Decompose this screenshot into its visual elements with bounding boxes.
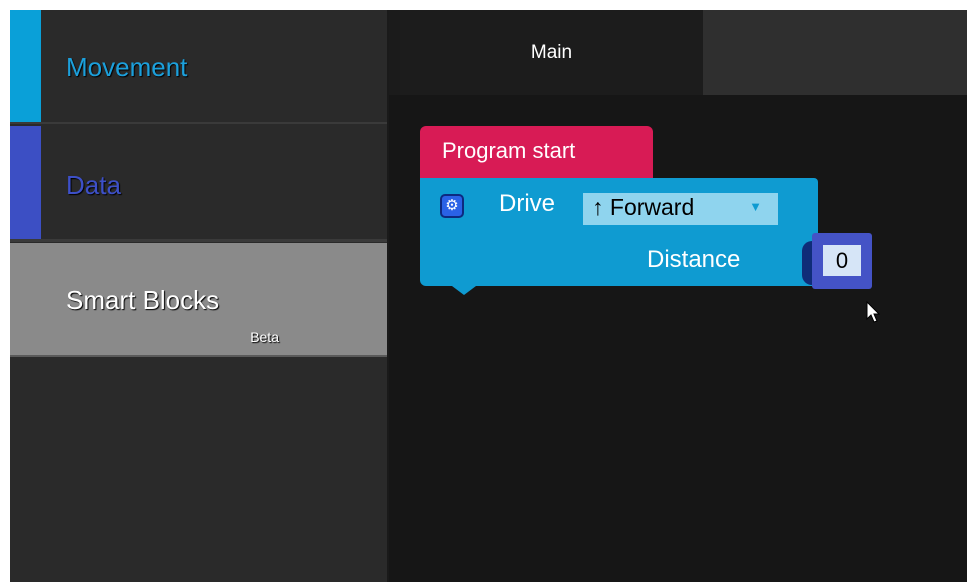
workspace-edge [389, 10, 400, 95]
tab-main[interactable]: Main [400, 10, 703, 95]
distance-label: Distance [647, 246, 741, 273]
category-label: Data [66, 170, 121, 200]
category-label: Movement [66, 52, 188, 82]
distance-input[interactable]: 0 [823, 245, 861, 276]
category-sidebar: Movement Data Smart Blocks Beta [10, 10, 387, 582]
drive-label: Drive [499, 190, 556, 217]
dropdown-arrow-icon: ▼ [749, 199, 762, 214]
sidebar-divider[interactable] [387, 10, 389, 582]
gear-icon[interactable]: ⚙ [440, 194, 464, 218]
tab-bar: Main [400, 10, 967, 95]
direction-dropdown[interactable]: ↑ Forward ▼ [583, 193, 778, 225]
program-start-block[interactable]: Program start [420, 126, 653, 178]
category-label: Smart Blocks [66, 285, 220, 315]
category-data[interactable]: Data [10, 126, 387, 242]
tab-label: Main [530, 42, 573, 63]
category-color-bar [10, 126, 41, 239]
category-movement[interactable]: Movement [10, 10, 387, 124]
beta-badge: Beta [250, 329, 279, 345]
block-connector [452, 286, 476, 295]
mouse-cursor-icon [866, 301, 881, 323]
direction-value: ↑ Forward [592, 194, 695, 220]
app-frame: Movement Data Smart Blocks Beta [10, 10, 967, 582]
category-color-bar [10, 10, 41, 122]
category-smart-blocks[interactable]: Smart Blocks Beta [10, 243, 387, 357]
block-label: Program start [442, 138, 576, 163]
